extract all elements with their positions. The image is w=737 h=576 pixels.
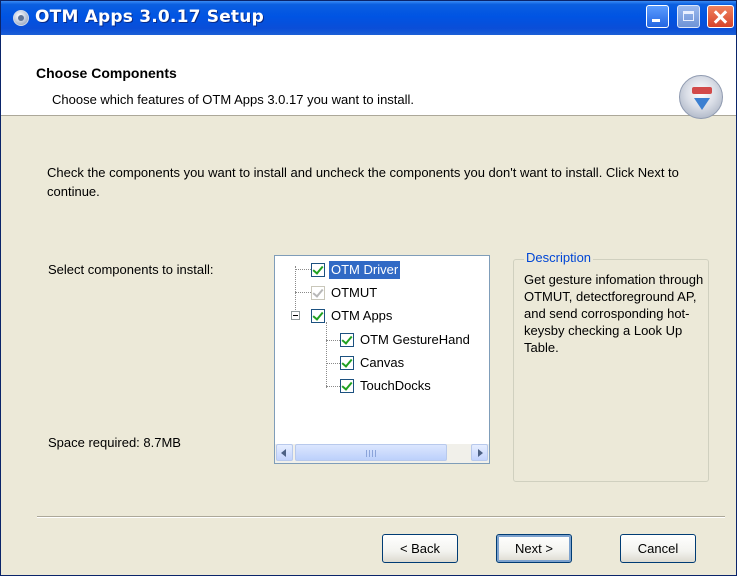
install-package-icon: [679, 75, 723, 119]
tree-item-label: Canvas: [360, 355, 405, 370]
back-button[interactable]: < Back: [382, 534, 458, 563]
cancel-button[interactable]: Cancel: [620, 534, 696, 563]
description-text: Get gesture infomation through OTMUT, de…: [524, 272, 704, 355]
description-legend: Description: [524, 250, 594, 265]
checkbox-icon[interactable]: [340, 333, 354, 347]
page-title: Choose Components: [36, 65, 177, 81]
horizontal-scrollbar[interactable]: [275, 444, 489, 463]
checkbox-icon[interactable]: [340, 379, 354, 393]
tree-item-label: TouchDocks: [360, 378, 431, 393]
next-button[interactable]: Next >: [496, 534, 572, 563]
scroll-left-icon[interactable]: [276, 444, 293, 461]
scroll-thumb[interactable]: [295, 444, 447, 461]
close-button[interactable]: [707, 5, 734, 28]
title-bar[interactable]: OTM Apps 3.0.17 Setup: [1, 1, 736, 35]
tree-item-label: OTM Driver: [329, 261, 401, 279]
grip-icon: [366, 450, 376, 457]
select-components-label: Select components to install:: [48, 262, 214, 277]
checkbox-icon[interactable]: [311, 309, 325, 323]
checkbox-icon[interactable]: [311, 263, 325, 277]
collapse-otm-apps-icon[interactable]: [291, 311, 300, 320]
description-group: Description Get gesture infomation throu…: [513, 250, 709, 482]
space-required-label: Space required: 8.7MB: [48, 435, 181, 450]
scroll-right-icon[interactable]: [471, 444, 488, 461]
tree-item-label: OTM Apps: [331, 308, 393, 323]
instructions-text: Check the components you want to install…: [47, 165, 679, 199]
installer-disc-icon: [13, 10, 29, 26]
maximize-button[interactable]: [677, 5, 700, 28]
tree-item-label: OTM GestureHand: [360, 332, 470, 347]
minimize-button[interactable]: [646, 5, 669, 28]
separator-line: [37, 516, 725, 518]
page-subtitle: Choose which features of OTM Apps 3.0.17…: [52, 92, 415, 107]
window-title: OTM Apps 3.0.17 Setup: [35, 7, 264, 27]
setup-window: OTM Apps 3.0.17 Setup Choose Components …: [0, 0, 737, 576]
components-tree[interactable]: OTM Driver OTMUT OTM Apps OTM GestureHan…: [274, 255, 490, 464]
tree-item-label: OTMUT: [331, 285, 378, 300]
checkbox-icon: [311, 286, 325, 300]
checkbox-icon[interactable]: [340, 356, 354, 370]
header-panel: Choose Components Choose which features …: [1, 35, 736, 119]
